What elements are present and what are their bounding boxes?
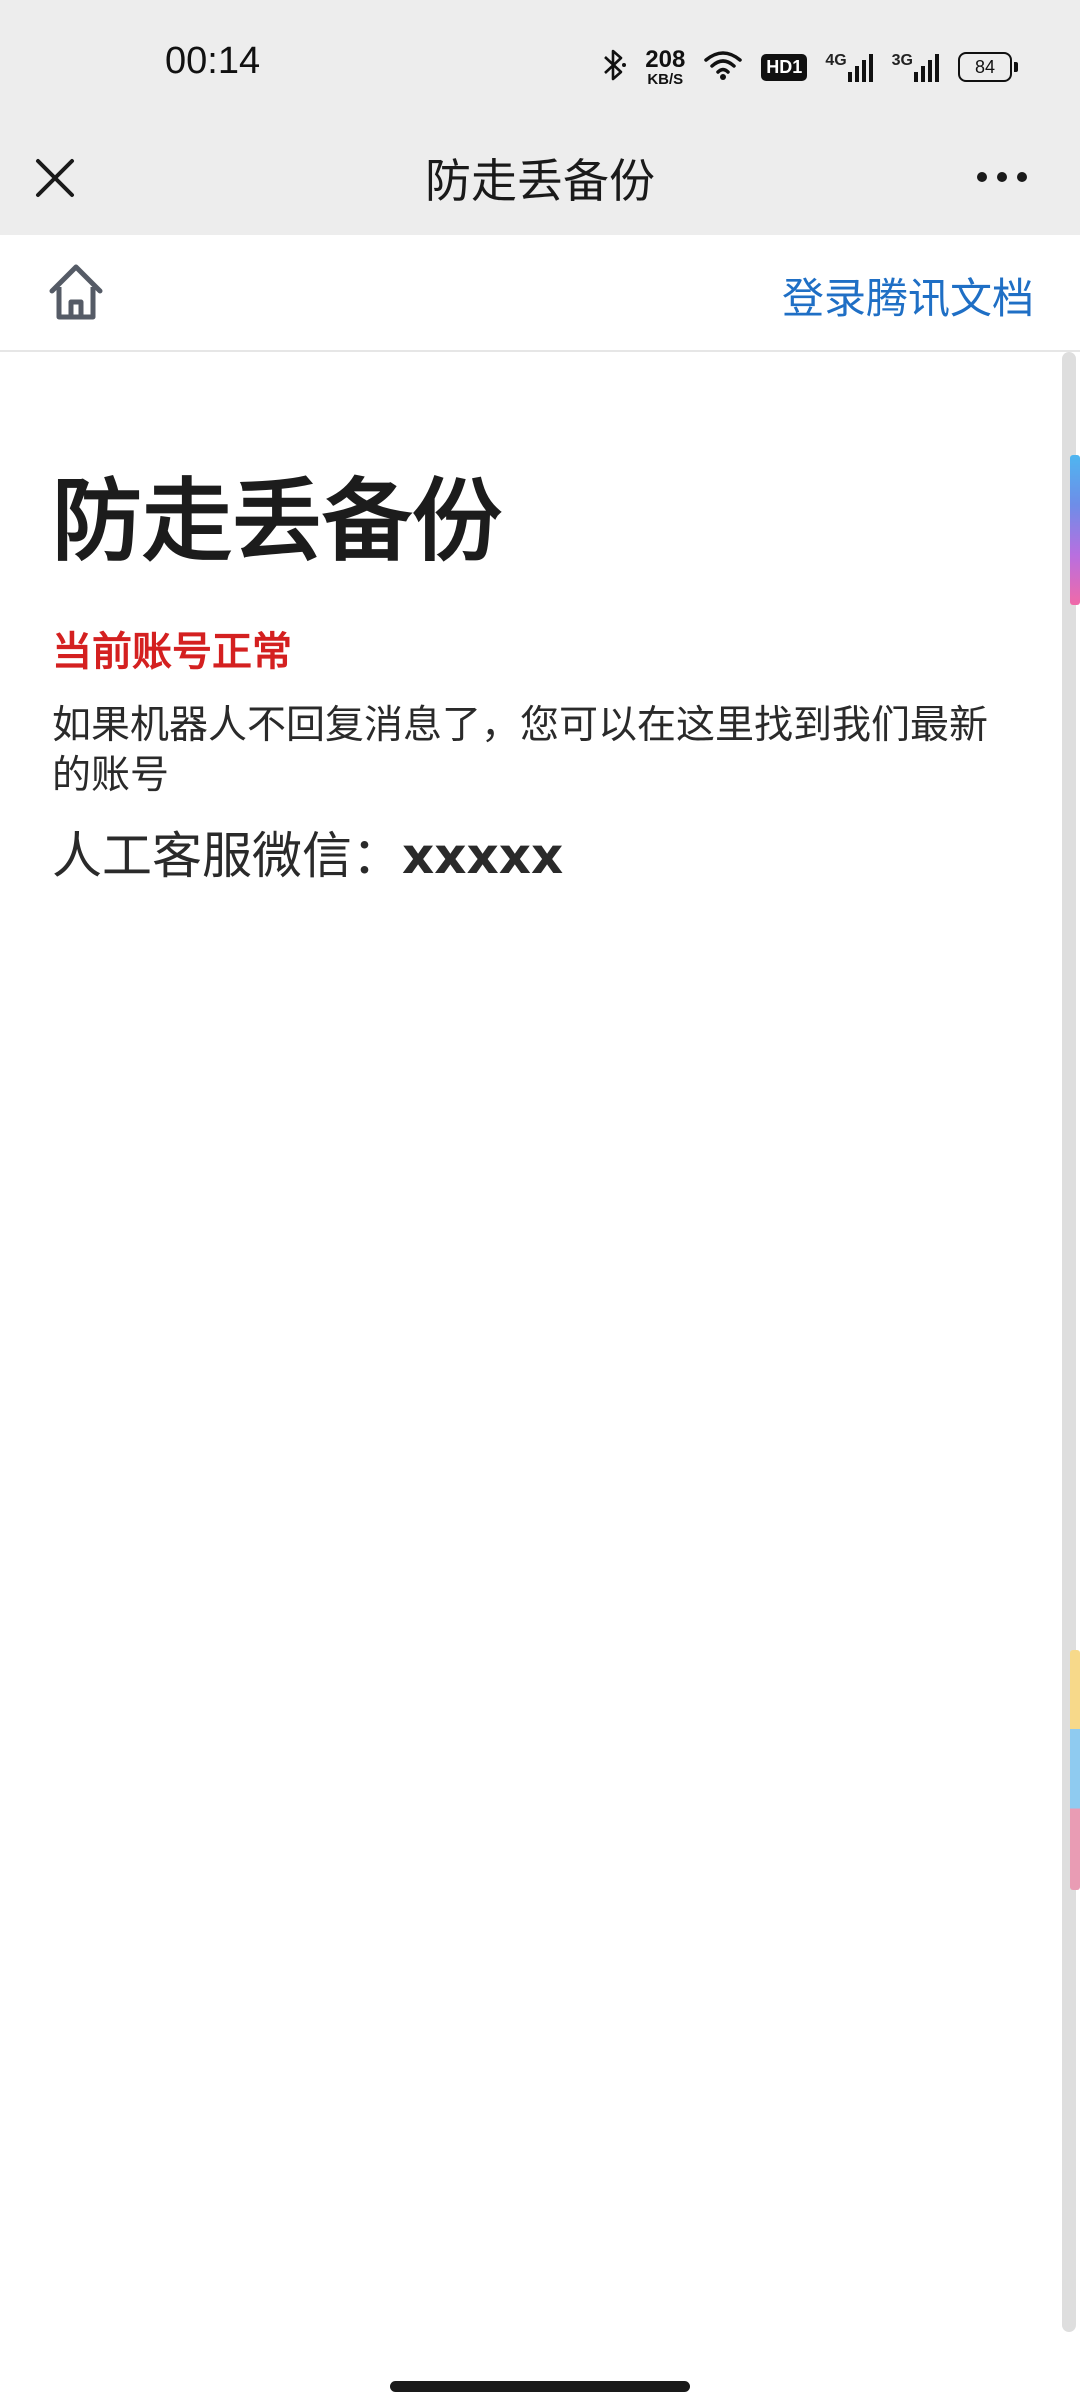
speed-unit: KB/S — [647, 70, 684, 88]
scroll-marker-top — [1070, 455, 1080, 605]
signal-icon — [914, 54, 939, 82]
home-button[interactable] — [40, 257, 112, 329]
account-status: 当前账号正常 — [52, 628, 292, 675]
hd-badge: HD1 — [761, 53, 808, 81]
battery-icon: 84 — [958, 52, 1018, 82]
home-indicator[interactable] — [390, 2381, 690, 2392]
signal-4g: 4G — [825, 52, 873, 82]
network-speed: 208 KB/S — [645, 45, 686, 88]
net-4g-label: 4G — [825, 52, 847, 69]
more-button[interactable] — [972, 157, 1032, 197]
doc-title: 防走丢备份 — [52, 469, 502, 574]
info-paragraph: 如果机器人不回复消息了，您可以在这里找到我们最新的账号 — [52, 702, 989, 799]
status-bar: 00:14 208 KB/S HD1 4G 3G 84 — [0, 0, 1080, 125]
login-link[interactable]: 登录腾讯文档 — [782, 265, 1034, 326]
contact-label: 人工客服微信： — [52, 826, 402, 885]
nav-title: 防走丢备份 — [425, 154, 655, 208]
speed-value: 208 — [645, 45, 686, 73]
more-icon — [977, 172, 1027, 182]
net-3g-label: 3G — [891, 52, 913, 69]
home-icon — [49, 264, 103, 320]
bluetooth-icon — [601, 48, 627, 86]
doc-toolbar: 登录腾讯文档 — [0, 235, 1080, 352]
contact-line: 人工客服微信：xxxxx — [52, 816, 1022, 888]
doc-content: 防走丢备份 当前账号正常 如果机器人不回复消息了，您可以在这里找到我们最新的账号… — [52, 470, 1022, 888]
nav-bar: 防走丢备份 — [0, 125, 1080, 235]
status-time: 00:14 — [165, 40, 261, 82]
contact-value: xxxxx — [402, 826, 564, 885]
scroll-marker-bottom — [1070, 1650, 1080, 1890]
battery-level: 84 — [974, 56, 996, 77]
scrollbar[interactable] — [1062, 352, 1076, 2332]
signal-icon — [847, 54, 873, 82]
wifi-icon — [703, 49, 743, 85]
signal-3g: 3G — [892, 52, 940, 82]
status-icons: 208 KB/S HD1 4G 3G 84 — [601, 44, 1018, 90]
